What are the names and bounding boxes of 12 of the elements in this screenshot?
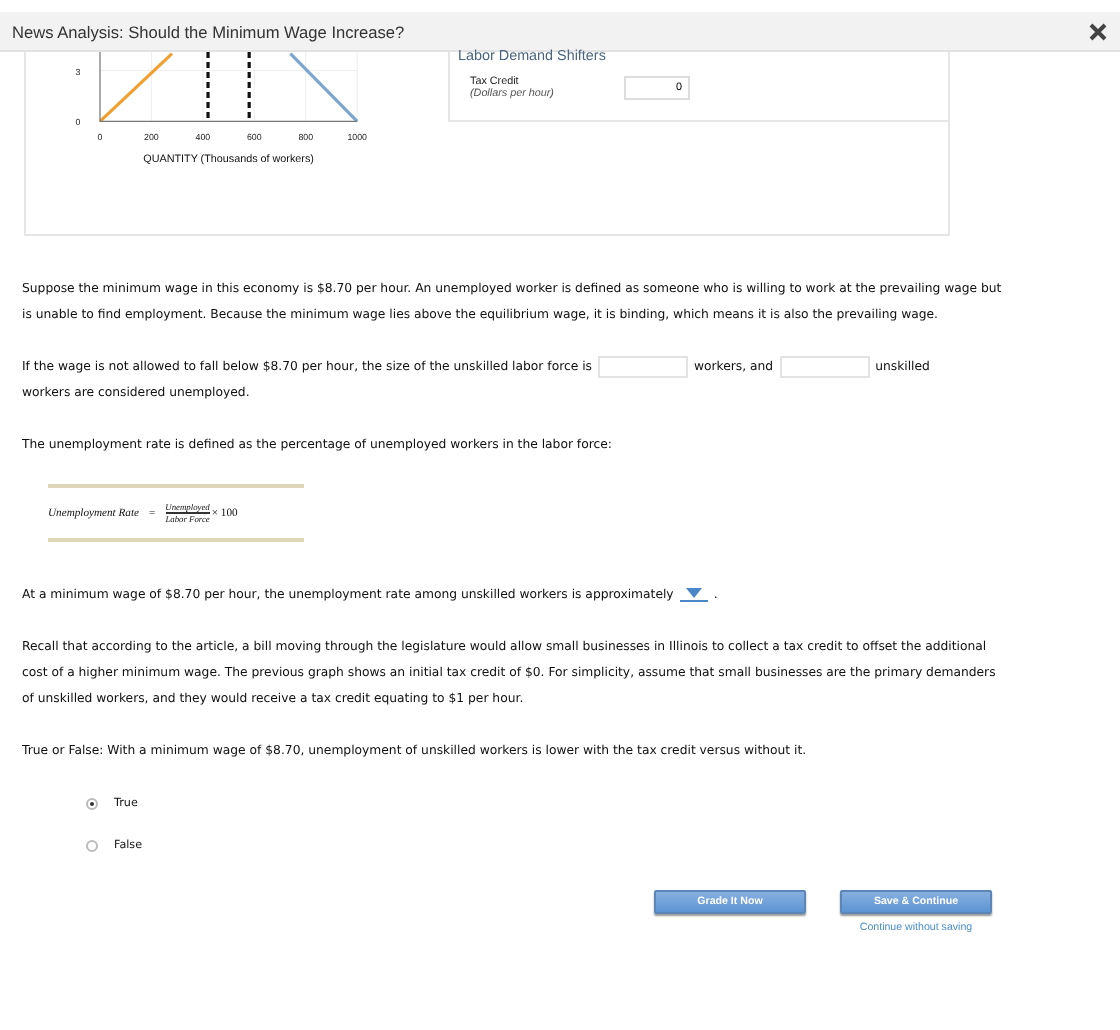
answer-field[interactable]	[779, 356, 870, 378]
curve-line	[98, 52, 174, 123]
dropdown[interactable]	[679, 586, 708, 603]
answer-field[interactable]	[597, 356, 688, 378]
dashed-line	[206, 52, 210, 122]
dashed-line	[247, 52, 251, 122]
close-icon[interactable]	[1088, 21, 1108, 41]
radio-button[interactable]	[86, 839, 98, 851]
caret-icon	[685, 588, 702, 599]
curve-line	[289, 52, 359, 123]
window-title: News Analysis: Should the Minimum Wage Increase?	[12, 21, 405, 41]
radio-button[interactable]	[86, 797, 98, 809]
